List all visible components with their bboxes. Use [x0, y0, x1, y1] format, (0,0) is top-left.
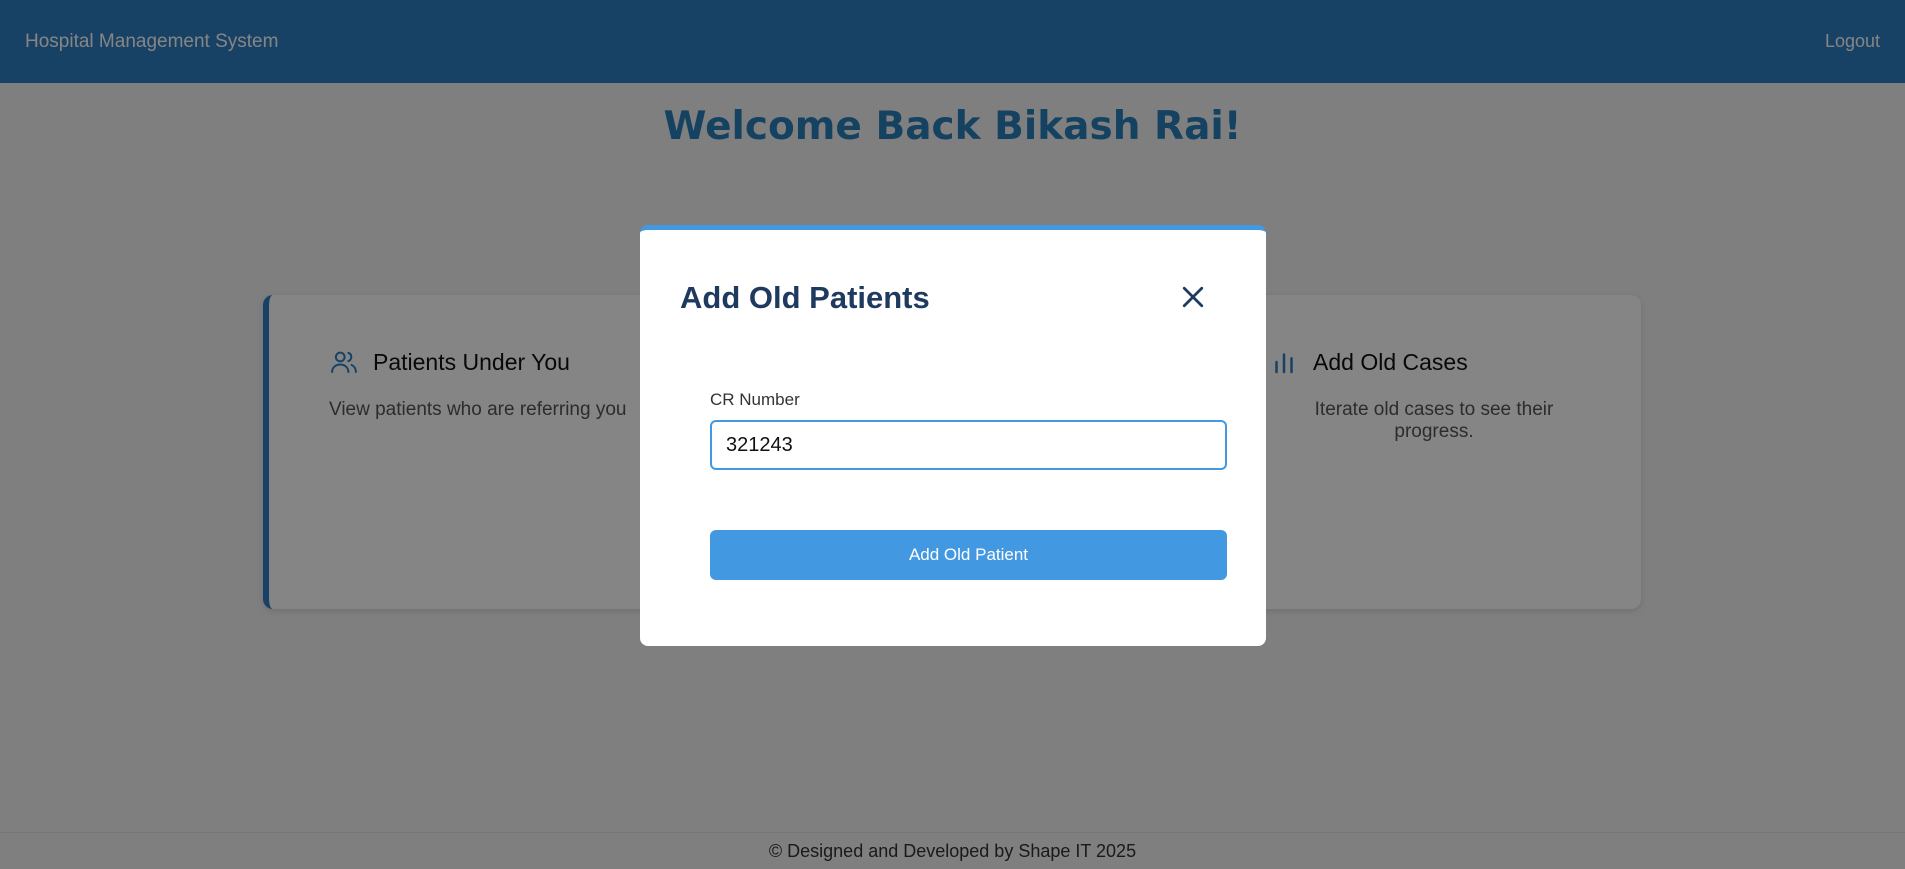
modal-title: Add Old Patients — [680, 280, 930, 315]
cr-number-label: CR Number — [710, 390, 800, 409]
add-old-patient-button[interactable]: Add Old Patient — [710, 530, 1227, 580]
close-icon[interactable] — [1178, 282, 1208, 312]
cr-number-input[interactable] — [710, 420, 1227, 470]
add-old-patients-modal: Add Old Patients CR Number Add Old Patie… — [640, 225, 1266, 646]
